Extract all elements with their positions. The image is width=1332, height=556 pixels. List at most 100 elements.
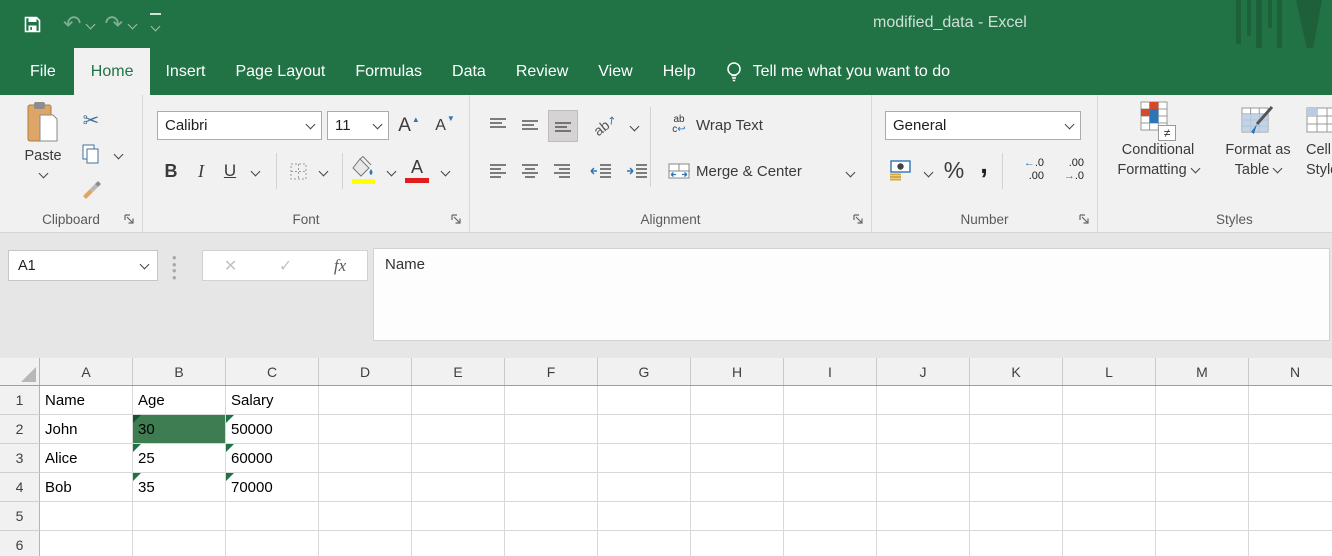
cell-E5[interactable]	[412, 502, 505, 531]
tell-me-search[interactable]: Tell me what you want to do	[725, 48, 950, 95]
cell-E3[interactable]	[412, 444, 505, 473]
cut-icon[interactable]: ✂	[78, 107, 104, 133]
cell-G5[interactable]	[598, 502, 691, 531]
row-header-1[interactable]: 1	[0, 386, 40, 415]
formula-input[interactable]: Name	[373, 248, 1330, 341]
cell-D3[interactable]	[319, 444, 412, 473]
cell-F1[interactable]	[505, 386, 598, 415]
font-dialog-launcher[interactable]	[450, 213, 462, 225]
orientation-dropdown-icon[interactable]	[630, 122, 640, 132]
cell-N6[interactable]	[1249, 531, 1332, 556]
cell-M2[interactable]	[1156, 415, 1249, 444]
align-center-icon[interactable]	[516, 155, 544, 187]
increase-indent-icon[interactable]	[622, 155, 652, 187]
cell-A5[interactable]	[40, 502, 133, 531]
cell-E6[interactable]	[412, 531, 505, 556]
cell-N3[interactable]	[1249, 444, 1332, 473]
cell-B2[interactable]: 30	[133, 415, 226, 444]
cell-L5[interactable]	[1063, 502, 1156, 531]
column-header-H[interactable]: H	[691, 358, 784, 385]
cell-B6[interactable]	[133, 531, 226, 556]
cell-I6[interactable]	[784, 531, 877, 556]
enter-icon[interactable]: ✓	[279, 256, 292, 276]
insert-function-icon[interactable]: fx	[334, 256, 346, 276]
cell-C2[interactable]: 50000	[226, 415, 319, 444]
cell-G6[interactable]	[598, 531, 691, 556]
select-all-button[interactable]	[0, 358, 40, 385]
font-family-select[interactable]: Calibri	[157, 111, 322, 140]
cell-J4[interactable]	[877, 473, 970, 502]
cell-D5[interactable]	[319, 502, 412, 531]
cell-N4[interactable]	[1249, 473, 1332, 502]
borders-button[interactable]	[285, 155, 311, 187]
cell-N2[interactable]	[1249, 415, 1332, 444]
comma-style-button[interactable]: ,	[974, 147, 994, 181]
cell-A3[interactable]: Alice	[40, 444, 133, 473]
cell-C3[interactable]: 60000	[226, 444, 319, 473]
row-header-4[interactable]: 4	[0, 473, 40, 502]
cell-G1[interactable]	[598, 386, 691, 415]
cell-H5[interactable]	[691, 502, 784, 531]
redo-dropdown-icon[interactable]	[127, 19, 137, 29]
cell-M3[interactable]	[1156, 444, 1249, 473]
cell-B4[interactable]: 35	[133, 473, 226, 502]
copy-icon[interactable]	[78, 141, 104, 167]
tab-view[interactable]: View	[583, 48, 647, 95]
paste-button[interactable]: Paste	[14, 101, 72, 177]
increase-decimal-button[interactable]: ←.0 .00	[1010, 155, 1044, 189]
cell-A4[interactable]: Bob	[40, 473, 133, 502]
undo-dropdown-icon[interactable]	[86, 19, 96, 29]
top-align-icon[interactable]	[484, 110, 512, 140]
cell-A1[interactable]: Name	[40, 386, 133, 415]
column-header-A[interactable]: A	[40, 358, 133, 385]
cell-F5[interactable]	[505, 502, 598, 531]
cell-A6[interactable]	[40, 531, 133, 556]
cell-J6[interactable]	[877, 531, 970, 556]
formula-bar-resize-handle[interactable]: ••••	[172, 255, 177, 281]
column-header-M[interactable]: M	[1156, 358, 1249, 385]
font-size-select[interactable]: 11	[327, 111, 389, 140]
cell-E2[interactable]	[412, 415, 505, 444]
column-header-K[interactable]: K	[970, 358, 1063, 385]
column-header-B[interactable]: B	[133, 358, 226, 385]
customize-qat-icon[interactable]	[150, 13, 161, 35]
cell-H6[interactable]	[691, 531, 784, 556]
cell-L6[interactable]	[1063, 531, 1156, 556]
copy-dropdown-icon[interactable]	[114, 150, 124, 160]
tab-file[interactable]: File	[12, 48, 74, 95]
cell-C5[interactable]	[226, 502, 319, 531]
cell-G3[interactable]	[598, 444, 691, 473]
orientation-icon[interactable]: ab↗	[584, 104, 626, 146]
cell-F6[interactable]	[505, 531, 598, 556]
accounting-format-icon[interactable]	[885, 155, 915, 185]
cell-K2[interactable]	[970, 415, 1063, 444]
save-icon[interactable]	[24, 16, 41, 33]
underline-button[interactable]: U	[219, 155, 241, 187]
cell-I3[interactable]	[784, 444, 877, 473]
cell-K5[interactable]	[970, 502, 1063, 531]
column-header-G[interactable]: G	[598, 358, 691, 385]
cell-K4[interactable]	[970, 473, 1063, 502]
tab-data[interactable]: Data	[437, 48, 501, 95]
cell-J1[interactable]	[877, 386, 970, 415]
column-header-J[interactable]: J	[877, 358, 970, 385]
align-right-icon[interactable]	[548, 155, 576, 187]
cell-B1[interactable]: Age	[133, 386, 226, 415]
cell-G2[interactable]	[598, 415, 691, 444]
cell-H3[interactable]	[691, 444, 784, 473]
cell-E4[interactable]	[412, 473, 505, 502]
cell-J3[interactable]	[877, 444, 970, 473]
cell-styles-button[interactable]: Cell Styles	[1306, 101, 1332, 180]
column-header-L[interactable]: L	[1063, 358, 1156, 385]
cell-A2[interactable]: John	[40, 415, 133, 444]
conditional-formatting-button[interactable]: ≠ Conditional Formatting	[1106, 101, 1210, 180]
italic-button[interactable]: I	[191, 155, 211, 187]
cell-M1[interactable]	[1156, 386, 1249, 415]
cell-D6[interactable]	[319, 531, 412, 556]
cell-F2[interactable]	[505, 415, 598, 444]
cell-K6[interactable]	[970, 531, 1063, 556]
accounting-dropdown-icon[interactable]	[924, 168, 934, 178]
tab-page-layout[interactable]: Page Layout	[220, 48, 340, 95]
paste-dropdown-icon[interactable]	[38, 168, 48, 178]
fill-color-button[interactable]	[349, 153, 379, 187]
